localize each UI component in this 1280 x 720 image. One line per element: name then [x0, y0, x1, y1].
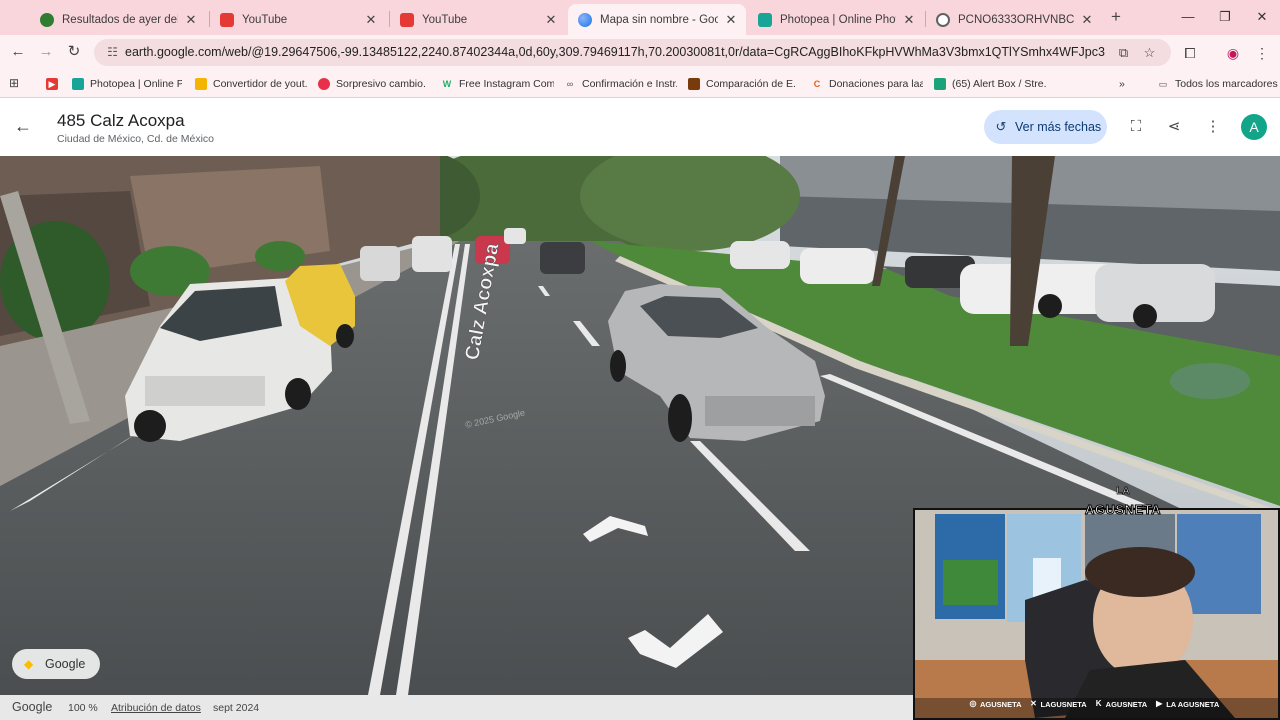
bookmark-alertbox[interactable]: (65) Alert Box / Stre...: [934, 76, 1046, 92]
social-x: ✕ LAGUSNETA: [1030, 699, 1087, 709]
bookmark-donaciones[interactable]: C Donaciones para laa...: [811, 76, 923, 92]
tab-title: PCNO6333ORHVNBCDRLGA: [958, 13, 1074, 26]
tab-title: Photopea | Online Photo Editor: [780, 13, 896, 26]
bookmark-youtube[interactable]: ▶: [46, 76, 64, 92]
screenshot-icon[interactable]: ⛶: [1126, 117, 1146, 137]
status-bar: Google 100 % Atribución de datos sept 20…: [0, 695, 915, 720]
close-icon[interactable]: ✕: [724, 12, 738, 28]
pegman-icon: ◆: [24, 657, 34, 671]
tab-title: YouTube: [242, 13, 288, 26]
more-dates-button[interactable]: ↺ Ver más fechas: [984, 110, 1107, 144]
instagram-icon: ◎: [969, 699, 977, 708]
reload-icon[interactable]: ↻: [63, 41, 85, 63]
bookmark-confirmacion[interactable]: ∞ Confirmación e Instr...: [564, 76, 677, 92]
close-icon[interactable]: ✕: [902, 12, 916, 28]
more-options-icon[interactable]: ⋮: [1203, 117, 1223, 137]
tab-google-earth[interactable]: Mapa sin nombre - Google Earth ✕: [568, 4, 746, 35]
close-icon[interactable]: ✕: [184, 12, 198, 28]
google-logo: Google: [12, 700, 53, 714]
tab-title: YouTube: [422, 13, 468, 26]
youtube-icon: [220, 12, 234, 27]
back-arrow-icon[interactable]: ←: [7, 41, 29, 63]
youtube-icon: ▶: [1156, 699, 1163, 708]
youtube-icon: [400, 12, 414, 27]
agave-plant: [1170, 363, 1250, 399]
site-info-icon[interactable]: ☷: [104, 44, 121, 61]
photopea-icon: [72, 78, 84, 90]
folder-icon: ▭: [1158, 79, 1168, 89]
minimize-button[interactable]: —: [1180, 8, 1196, 26]
all-bookmarks-button[interactable]: ▭ Todos los marcadores: [1157, 76, 1278, 92]
tab-title: Resultados de ayer del Futbol: [62, 13, 178, 26]
bookmark-comparacion[interactable]: Comparación de E...: [688, 76, 796, 92]
data-attribution-link[interactable]: Atribución de datos: [111, 702, 201, 714]
back-arrow-icon[interactable]: ←: [12, 115, 34, 137]
extensions-icon[interactable]: ⧠: [1180, 43, 1200, 63]
bookmark-star-icon[interactable]: ☆: [1141, 44, 1158, 61]
google-earth-icon: [578, 12, 592, 27]
social-kick: K AGUSNETA: [1094, 699, 1147, 709]
history-icon: ↺: [995, 119, 1007, 134]
place-subtitle: Ciudad de México, Cd. de México: [57, 133, 214, 145]
close-window-button[interactable]: ✕: [1254, 8, 1270, 26]
x-icon: ✕: [1030, 699, 1037, 708]
profile-icon[interactable]: ◉: [1223, 43, 1243, 63]
avatar[interactable]: A: [1241, 114, 1267, 140]
install-app-icon[interactable]: ⧉: [1115, 44, 1132, 61]
tab-title: Mapa sin nombre - Google Earth: [600, 13, 718, 26]
person-hair: [1085, 547, 1195, 597]
poster-pitch: [943, 560, 998, 605]
streamelements-icon: [934, 78, 946, 90]
social-handles: ◎ AGUSNETA ✕ LAGUSNETA K AGUSNETA ▶ LA A…: [968, 697, 1228, 711]
social-instagram: ◎ AGUSNETA: [969, 699, 1022, 709]
new-tab-button[interactable]: +: [1107, 8, 1125, 26]
share-icon[interactable]: ⋖: [1164, 117, 1184, 137]
bookmarks-overflow-icon[interactable]: »: [1119, 76, 1125, 92]
screen: Resultados de ayer del Futbol ✕ YouTube …: [0, 0, 1280, 720]
tab-youtube-2[interactable]: YouTube ✕: [390, 4, 566, 35]
c-icon: C: [813, 79, 821, 89]
social-youtube: ▶ LA AGUSNETA: [1156, 699, 1220, 709]
browser-tab-strip: Resultados de ayer del Futbol ✕ YouTube …: [0, 0, 1280, 35]
link-icon: ∞: [566, 79, 574, 89]
sports-ball-icon: [40, 12, 54, 27]
folder-icon: [195, 78, 207, 90]
instagram-icon: W: [442, 79, 452, 89]
webcam-feed: [915, 510, 1278, 718]
tab-photopea[interactable]: Photopea | Online Photo Editor ✕: [748, 4, 924, 35]
zoom-level: 100 %: [68, 702, 98, 714]
restore-button[interactable]: ❐: [1217, 8, 1233, 26]
youtube-icon: ▶: [46, 78, 58, 90]
webcam-overlay: [913, 508, 1280, 720]
bush: [255, 241, 305, 271]
apps-grid-icon[interactable]: ⊞: [9, 76, 23, 90]
streamer-logo: LA AGUSNETA: [1085, 486, 1161, 518]
close-icon[interactable]: ✕: [364, 12, 378, 28]
close-icon[interactable]: ✕: [544, 12, 558, 28]
forward-arrow-icon[interactable]: →: [35, 41, 57, 63]
browser-toolbar: ← → ↻ ☷ earth.google.com/web/@19.2964750…: [0, 35, 1280, 70]
bookmarks-bar: ⊞ ▶ Photopea | Online P... Convertidor d…: [0, 70, 1280, 98]
place-title: 485 Calz Acoxpa: [57, 111, 185, 130]
browser-menu-icon[interactable]: ⋮: [1252, 43, 1272, 63]
tab-pcno[interactable]: PCNO6333ORHVNBCDRLGA ✕: [926, 4, 1102, 35]
close-icon[interactable]: ✕: [1080, 12, 1094, 28]
google-layers-chip[interactable]: ◆ Google: [12, 649, 100, 679]
bookmark-convertidor[interactable]: Convertidor de yout...: [195, 76, 307, 92]
capture-date: sept 2024: [213, 702, 260, 714]
tab-youtube-1[interactable]: YouTube ✕: [210, 4, 386, 35]
address-bar[interactable]: ☷ earth.google.com/web/@19.29647506,-99.…: [94, 39, 1171, 66]
kick-icon: K: [1095, 699, 1102, 708]
street-view-header: ← 485 Calz Acoxpa Ciudad de México, Cd. …: [0, 98, 1280, 156]
url-text[interactable]: earth.google.com/web/@19.29647506,-99.13…: [125, 45, 1105, 59]
globe-icon: [936, 12, 950, 27]
bookmark-sorpresivo[interactable]: Sorpresivo cambio...: [318, 76, 426, 92]
news-icon: [318, 78, 330, 90]
book-icon: [688, 78, 700, 90]
photopea-icon: [758, 12, 772, 27]
bookmark-photopea[interactable]: Photopea | Online P...: [72, 76, 182, 92]
bookmark-instagram[interactable]: W Free Instagram Com...: [441, 76, 554, 92]
tab-resultados[interactable]: Resultados de ayer del Futbol ✕: [30, 4, 206, 35]
